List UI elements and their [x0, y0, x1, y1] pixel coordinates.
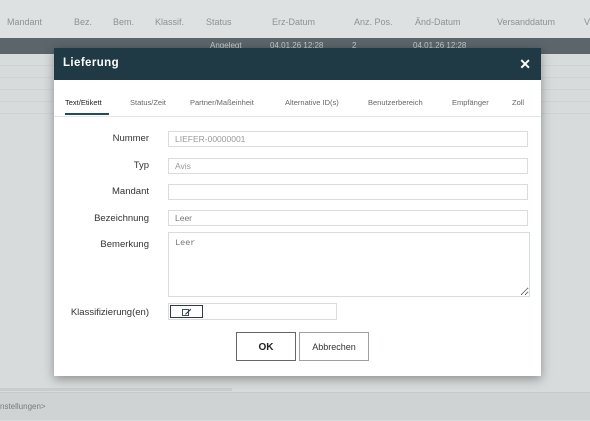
cancel-button[interactable]: Abbrechen	[299, 332, 369, 361]
typ-label: Typ	[133, 160, 149, 171]
typ-field[interactable]	[168, 158, 528, 174]
bemerkung-textarea[interactable]	[168, 232, 530, 297]
mandant-field[interactable]	[168, 184, 528, 200]
dialog-title: Lieferung	[63, 57, 119, 69]
bezeichnung-label: Bezeichnung	[94, 213, 149, 224]
nummer-field[interactable]	[168, 131, 528, 147]
bemerkung-label: Bemerkung	[100, 239, 149, 250]
mandant-label: Mandant	[112, 186, 149, 197]
tab-status-zeit[interactable]: Status/Zeit	[130, 98, 166, 107]
dialog-titlebar: Lieferung ✕	[54, 48, 541, 80]
edit-icon	[181, 308, 191, 316]
tab-alternative-ids[interactable]: Alternative ID(s)	[285, 98, 339, 107]
active-tab-indicator	[65, 113, 109, 115]
tab-text-etikett[interactable]: Text/Etikett	[65, 98, 102, 107]
close-icon[interactable]: ✕	[519, 56, 531, 73]
tab-zoll[interactable]: Zoll	[512, 98, 524, 107]
tab-benutzerbereich[interactable]: Benutzerbereich	[368, 98, 423, 107]
nummer-label: Nummer	[112, 133, 149, 144]
lieferung-dialog: Lieferung ✕ Text/Etikett Status/Zeit Par…	[54, 48, 541, 376]
tab-empfaenger[interactable]: Empfänger	[452, 98, 489, 107]
klassifizierung-label: Klassifizierung(en)	[70, 307, 149, 318]
tab-bar: Text/Etikett Status/Zeit Partner/Maßeinh…	[54, 90, 541, 117]
tab-partner-masseinheit[interactable]: Partner/Maßeinheit	[190, 98, 254, 107]
edit-classification-button[interactable]	[170, 305, 203, 318]
bezeichnung-field[interactable]	[168, 210, 528, 226]
ok-button[interactable]: OK	[236, 332, 296, 361]
